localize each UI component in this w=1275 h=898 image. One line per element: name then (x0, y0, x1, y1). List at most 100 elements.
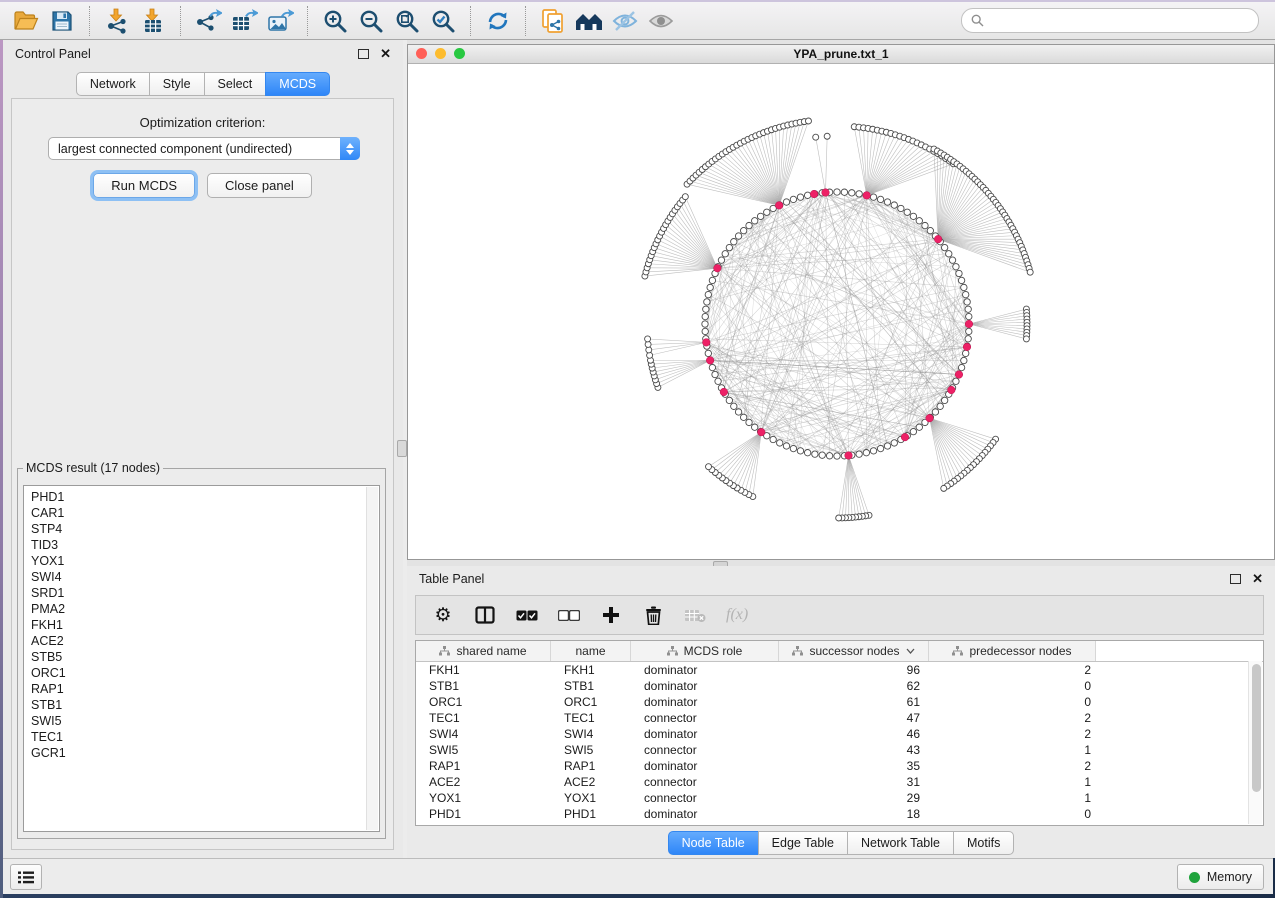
mcds-result-item[interactable]: PHD1 (31, 489, 379, 505)
network-node[interactable] (706, 464, 712, 470)
network-node[interactable] (962, 350, 968, 356)
network-node[interactable] (731, 238, 737, 244)
network-node[interactable] (870, 194, 876, 200)
mcds-result-list[interactable]: PHD1CAR1STP4TID3YOX1SWI4SRD1PMA2FKH1ACE2… (23, 485, 380, 832)
network-node[interactable] (647, 352, 653, 358)
mcds-result-item[interactable]: STB5 (31, 649, 379, 665)
float-window-icon[interactable] (358, 49, 369, 59)
delete-columns-icon[interactable] (642, 603, 664, 627)
network-node[interactable] (740, 414, 746, 420)
mcds-node[interactable] (720, 388, 728, 396)
network-node[interactable] (757, 213, 763, 219)
network-node[interactable] (956, 270, 962, 276)
network-node[interactable] (834, 453, 840, 459)
tab-network[interactable]: Network (76, 72, 150, 96)
network-node[interactable] (819, 452, 825, 458)
network-node[interactable] (751, 218, 757, 224)
network-node[interactable] (949, 257, 955, 263)
mcds-result-item[interactable]: STB1 (31, 697, 379, 713)
network-node[interactable] (870, 448, 876, 454)
mcds-node[interactable] (948, 386, 956, 394)
network-node[interactable] (790, 196, 796, 202)
mcds-result-item[interactable]: ACE2 (31, 633, 379, 649)
mcds-result-item[interactable]: RAP1 (31, 681, 379, 697)
network-node[interactable] (703, 306, 709, 312)
show-columns-icon[interactable] (474, 603, 496, 627)
network-node[interactable] (704, 299, 710, 305)
export-network-icon[interactable] (190, 5, 226, 37)
network-node[interactable] (813, 134, 819, 140)
mcds-result-item[interactable]: CAR1 (31, 505, 379, 521)
network-node[interactable] (849, 190, 855, 196)
mcds-result-item[interactable]: TID3 (31, 537, 379, 553)
network-node[interactable] (702, 321, 708, 327)
table-row[interactable]: PHD1PHD1dominator180 (416, 806, 1263, 822)
table-tab-node-table[interactable]: Node Table (668, 831, 759, 855)
network-node[interactable] (804, 449, 810, 455)
network-node[interactable] (731, 403, 737, 409)
network-node[interactable] (856, 191, 862, 197)
network-node[interactable] (884, 443, 890, 449)
network-node[interactable] (764, 209, 770, 215)
mcds-result-item[interactable]: PMA2 (31, 601, 379, 617)
mcds-node[interactable] (963, 343, 971, 351)
column-header-name[interactable]: name (551, 641, 631, 661)
mcds-node[interactable] (822, 189, 830, 197)
network-node[interactable] (932, 409, 938, 415)
network-node[interactable] (797, 194, 803, 200)
mcds-node[interactable] (901, 433, 909, 441)
mcds-node[interactable] (965, 320, 973, 328)
zoom-out-icon[interactable] (353, 5, 389, 37)
network-node[interactable] (965, 336, 971, 342)
mcds-result-item[interactable]: SWI4 (31, 569, 379, 585)
network-node[interactable] (712, 371, 718, 377)
mcds-node[interactable] (955, 371, 963, 379)
network-node[interactable] (1023, 336, 1029, 342)
network-node[interactable] (777, 440, 783, 446)
network-node[interactable] (916, 424, 922, 430)
mcds-node[interactable] (706, 357, 714, 365)
network-node[interactable] (805, 118, 811, 124)
criterion-dropdown[interactable]: largest connected component (undirected) (48, 137, 360, 160)
float-window-icon[interactable] (1230, 574, 1241, 584)
save-session-icon[interactable] (44, 5, 80, 37)
network-node[interactable] (863, 449, 869, 455)
network-node[interactable] (783, 443, 789, 449)
select-all-rows-icon[interactable] (516, 603, 538, 627)
network-node[interactable] (790, 445, 796, 451)
mcds-node[interactable] (702, 339, 710, 347)
network-node[interactable] (946, 251, 952, 257)
mcds-node[interactable] (845, 452, 853, 460)
column-header-shared-name[interactable]: shared name (416, 641, 551, 661)
table-tab-network-table[interactable]: Network Table (847, 831, 954, 855)
mcds-node[interactable] (714, 264, 722, 272)
mcds-result-item[interactable]: TEC1 (31, 729, 379, 745)
network-node[interactable] (783, 199, 789, 205)
network-node[interactable] (916, 218, 922, 224)
network-node[interactable] (746, 419, 752, 425)
network-node[interactable] (841, 189, 847, 195)
network-node[interactable] (705, 291, 711, 297)
mcds-result-item[interactable]: ORC1 (31, 665, 379, 681)
network-node[interactable] (966, 328, 972, 334)
table-row[interactable]: RAP1RAP1dominator352 (416, 758, 1263, 774)
import-network-icon[interactable] (99, 5, 135, 37)
tab-mcds[interactable]: MCDS (265, 72, 330, 96)
mcds-result-item[interactable]: STP4 (31, 521, 379, 537)
network-node[interactable] (804, 192, 810, 198)
run-mcds-button[interactable]: Run MCDS (93, 173, 195, 198)
table-row[interactable]: STB1STB1dominator620 (416, 678, 1263, 694)
mcds-node[interactable] (934, 235, 942, 243)
network-node[interactable] (735, 233, 741, 239)
close-panel-icon[interactable]: ✕ (380, 49, 391, 59)
network-node[interactable] (707, 284, 713, 290)
table-row[interactable]: SWI4SWI4dominator462 (416, 726, 1263, 742)
network-node[interactable] (726, 244, 732, 250)
network-node[interactable] (824, 133, 830, 139)
minimize-traffic-light[interactable] (435, 48, 446, 59)
network-node[interactable] (722, 251, 728, 257)
mcds-result-item[interactable]: SWI5 (31, 713, 379, 729)
mcds-result-item[interactable]: GCR1 (31, 745, 379, 761)
network-node[interactable] (836, 515, 842, 521)
column-header-successor-nodes[interactable]: successor nodes (779, 641, 929, 661)
